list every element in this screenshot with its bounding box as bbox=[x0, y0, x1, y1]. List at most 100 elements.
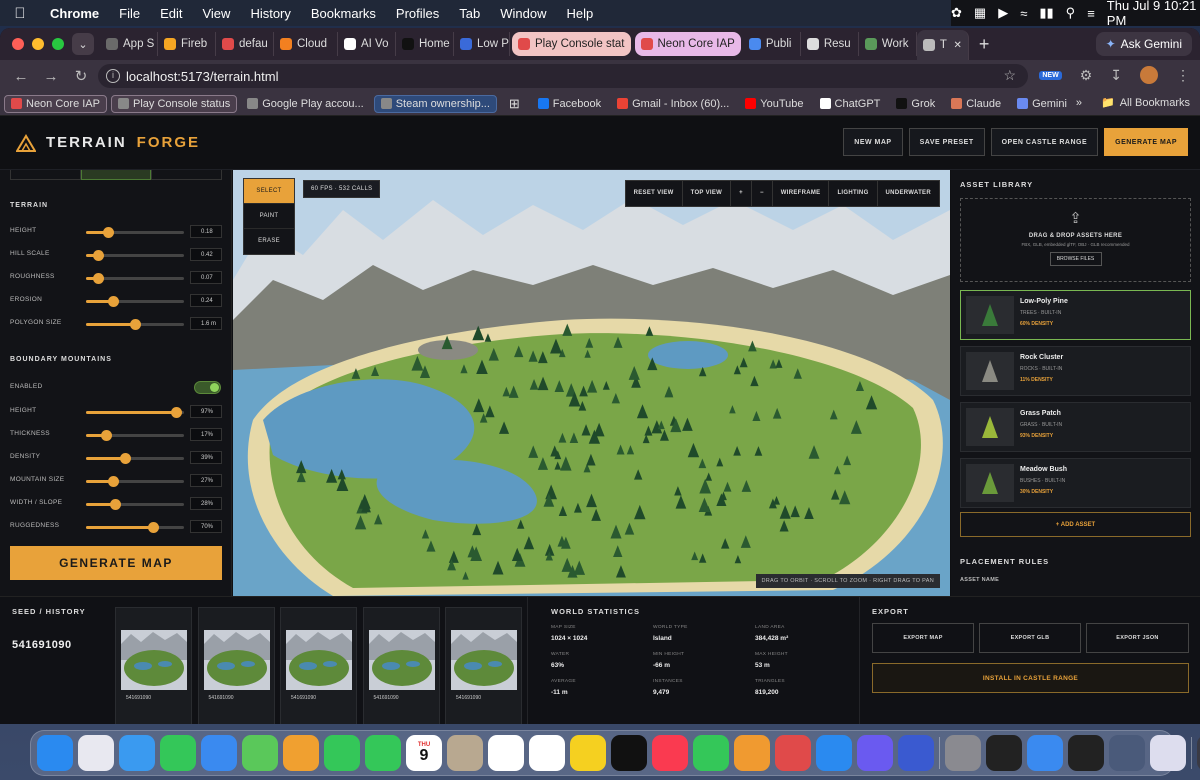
apple-icon[interactable]:  bbox=[0, 5, 40, 22]
terminal-icon[interactable] bbox=[1068, 735, 1104, 771]
new-badge[interactable]: NEW bbox=[1039, 70, 1062, 80]
tab-search-icon[interactable]: ⌄ bbox=[72, 33, 94, 55]
underwater-button[interactable]: UNDERWATER bbox=[878, 181, 939, 206]
menu-app-name[interactable]: Chrome bbox=[40, 6, 109, 21]
bookmark-item[interactable]: Gmail - Inbox (60)... bbox=[611, 96, 735, 112]
tool-paint[interactable]: PAINT bbox=[244, 204, 294, 229]
app-store-icon[interactable] bbox=[816, 735, 852, 771]
menu-item[interactable]: View bbox=[192, 6, 240, 21]
proton-icon[interactable] bbox=[857, 735, 893, 771]
minimize-window-icon[interactable] bbox=[32, 38, 44, 50]
calendar-icon[interactable]: THU 9 bbox=[406, 735, 442, 771]
music-icon[interactable] bbox=[652, 735, 688, 771]
asset-card[interactable]: Grass Patch GRASS · BUILT-IN 93% DENSITY bbox=[960, 402, 1191, 452]
save-preset-button[interactable]: SAVE PRESET bbox=[908, 128, 985, 156]
history-item[interactable]: 541691090 bbox=[280, 607, 357, 724]
terrain-render[interactable] bbox=[233, 170, 950, 596]
bookmark-item[interactable]: Play Console status bbox=[110, 94, 238, 113]
bookmark-item[interactable]: Facebook bbox=[532, 96, 607, 112]
lighting-button[interactable]: LIGHTING bbox=[829, 181, 878, 206]
asset-card[interactable]: Meadow Bush BUSHES · BUILT-IN 30% DENSITY bbox=[960, 458, 1191, 508]
launchpad-icon[interactable] bbox=[78, 735, 114, 771]
export-map-button[interactable]: EXPORT MAP bbox=[872, 623, 974, 653]
pages-icon[interactable] bbox=[734, 735, 770, 771]
boundary-slider-value[interactable]: 39% bbox=[190, 451, 222, 464]
history-item[interactable]: 541691090 bbox=[115, 607, 192, 724]
seed-value[interactable]: 541691090 bbox=[12, 639, 72, 651]
spotlight-icon[interactable]: ⚲ bbox=[1066, 5, 1076, 21]
tool-erase[interactable]: ERASE bbox=[244, 229, 294, 254]
slider-knob[interactable] bbox=[110, 499, 122, 510]
browser-tab[interactable]: Neon Core IAP bbox=[634, 32, 741, 56]
bookmark-item[interactable]: ChatGPT bbox=[814, 96, 887, 112]
browse-files-button[interactable]: BROWSE FILES bbox=[1049, 252, 1102, 266]
close-tab-icon[interactable]: ✕ bbox=[953, 40, 961, 51]
tool-select[interactable]: SELECT bbox=[244, 179, 294, 204]
boundary-slider-value[interactable]: 28% bbox=[190, 497, 222, 510]
wireframe-button[interactable]: WIREFRAME bbox=[773, 181, 830, 206]
terrain-slider-value[interactable]: 0.42 bbox=[190, 248, 222, 261]
preview-icon[interactable] bbox=[1150, 735, 1186, 771]
browser-tab[interactable]: Home bbox=[396, 32, 454, 56]
finder2-icon[interactable] bbox=[1027, 735, 1063, 771]
bookmark-item[interactable]: Gemini bbox=[1011, 96, 1073, 112]
asset-card[interactable]: Rock Cluster ROCKS · BUILT-IN 11% DENSITY bbox=[960, 346, 1191, 396]
terrain-slider-track[interactable] bbox=[86, 227, 184, 238]
asset-card[interactable]: Low-Poly Pine TREES · BUILT-IN 60% DENSITY bbox=[960, 290, 1191, 340]
profile-avatar[interactable] bbox=[1140, 66, 1158, 84]
boundary-slider-track[interactable] bbox=[86, 453, 184, 464]
bookmark-item[interactable]: Neon Core IAP bbox=[4, 94, 107, 113]
phone-icon[interactable] bbox=[365, 735, 401, 771]
facetime-icon[interactable] bbox=[324, 735, 360, 771]
mode-option[interactable] bbox=[10, 170, 81, 180]
slider-knob[interactable] bbox=[102, 227, 114, 238]
menu-kebab-icon[interactable]: ⋮ bbox=[1176, 67, 1190, 84]
slider-knob[interactable] bbox=[92, 250, 104, 261]
mode-option[interactable] bbox=[151, 170, 223, 180]
browser-tab[interactable]: defau bbox=[216, 32, 274, 56]
slider-knob[interactable] bbox=[130, 319, 141, 330]
photos-icon[interactable] bbox=[283, 735, 319, 771]
terrain-slider-track[interactable] bbox=[86, 319, 184, 330]
extensions-icon[interactable]: ⚙ bbox=[1080, 67, 1093, 84]
slider-knob[interactable] bbox=[108, 296, 120, 307]
mode-option-active[interactable] bbox=[80, 170, 152, 180]
configurator-icon[interactable] bbox=[898, 735, 934, 771]
browser-tab[interactable]: Work bbox=[859, 32, 917, 56]
new-tab-button[interactable]: + bbox=[969, 34, 1000, 55]
zoom-out-button[interactable]: − bbox=[752, 181, 773, 206]
menu-item[interactable]: Help bbox=[557, 6, 604, 21]
reminders-icon[interactable] bbox=[488, 735, 524, 771]
site-info-icon[interactable]: i bbox=[106, 69, 120, 83]
menu-item[interactable]: Profiles bbox=[386, 6, 449, 21]
browser-tab[interactable]: App S bbox=[100, 32, 158, 56]
terrain-slider-track[interactable] bbox=[86, 296, 184, 307]
play-icon[interactable]: ▶ bbox=[998, 5, 1008, 21]
browser-tab[interactable]: Resu bbox=[801, 32, 859, 56]
bookmark-item[interactable]: Grok bbox=[890, 96, 941, 112]
terrain-slider-value[interactable]: 0.24 bbox=[190, 294, 222, 307]
boundary-slider-track[interactable] bbox=[86, 522, 184, 533]
terrain-slider-track[interactable] bbox=[86, 250, 184, 261]
openai-icon[interactable]: ✿ bbox=[951, 5, 962, 21]
browser-tab[interactable]: Cloud bbox=[274, 32, 338, 56]
datetime[interactable]: Thu Jul 9 10:21 PM bbox=[1107, 0, 1200, 26]
chrome-icon[interactable] bbox=[529, 735, 565, 771]
generate-map-button[interactable]: GENERATE MAP bbox=[10, 546, 222, 580]
messages-icon[interactable] bbox=[160, 735, 196, 771]
apps-grid-icon[interactable]: ⊞ bbox=[509, 96, 520, 112]
bookmark-item[interactable]: Steam ownership... bbox=[373, 94, 497, 113]
mail-icon[interactable] bbox=[201, 735, 237, 771]
reset-view-button[interactable]: RESET VIEW bbox=[626, 181, 683, 206]
boundary-slider-value[interactable]: 70% bbox=[190, 520, 222, 533]
history-item[interactable]: 541691090 bbox=[197, 607, 275, 724]
finder-icon[interactable] bbox=[37, 735, 73, 771]
boundary-slider-value[interactable]: 97% bbox=[190, 405, 222, 418]
enabled-toggle[interactable] bbox=[194, 381, 221, 394]
url-bar[interactable]: i localhost:5173/terrain.html ☆ bbox=[98, 64, 1028, 88]
control-center-icon[interactable]: ≡ bbox=[1087, 6, 1095, 21]
add-asset-button[interactable]: + ADD ASSET bbox=[960, 512, 1191, 537]
slider-knob[interactable] bbox=[171, 407, 183, 418]
terrain-viewport[interactable]: SELECT PAINT ERASE 60 FPS · 532 CALLS RE… bbox=[233, 170, 950, 596]
bookmark-item[interactable]: Google Play accou... bbox=[241, 96, 370, 112]
